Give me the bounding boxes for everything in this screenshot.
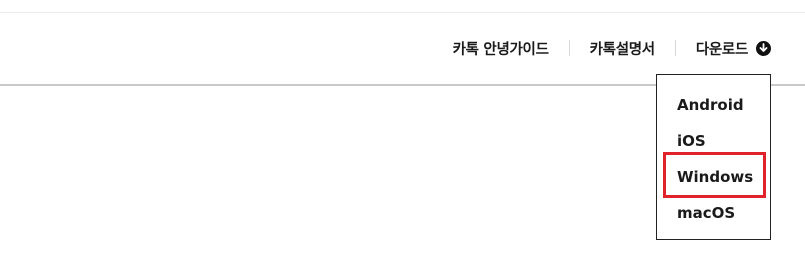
download-label: 다운로드 [695, 41, 748, 58]
nav-link-download[interactable]: 다운로드 [696, 38, 771, 59]
nav-link-guide[interactable]: 카톡 안녕가이드 [453, 38, 549, 59]
download-dropdown: Android iOS Windows macOS [656, 74, 771, 240]
nav-separator [674, 40, 676, 56]
dropdown-item-ios[interactable]: iOS [677, 132, 706, 150]
arrow-down-circle-icon [756, 40, 771, 56]
nav-separator [568, 40, 570, 56]
dropdown-item-windows[interactable]: Windows [677, 168, 753, 186]
top-border [0, 12, 805, 13]
header-nav: 카톡 안녕가이드 카톡설명서 다운로드 [453, 37, 771, 59]
dropdown-item-macos[interactable]: macOS [677, 204, 735, 222]
nav-link-manual[interactable]: 카톡설명서 [590, 38, 656, 59]
dropdown-item-android[interactable]: Android [677, 96, 744, 114]
